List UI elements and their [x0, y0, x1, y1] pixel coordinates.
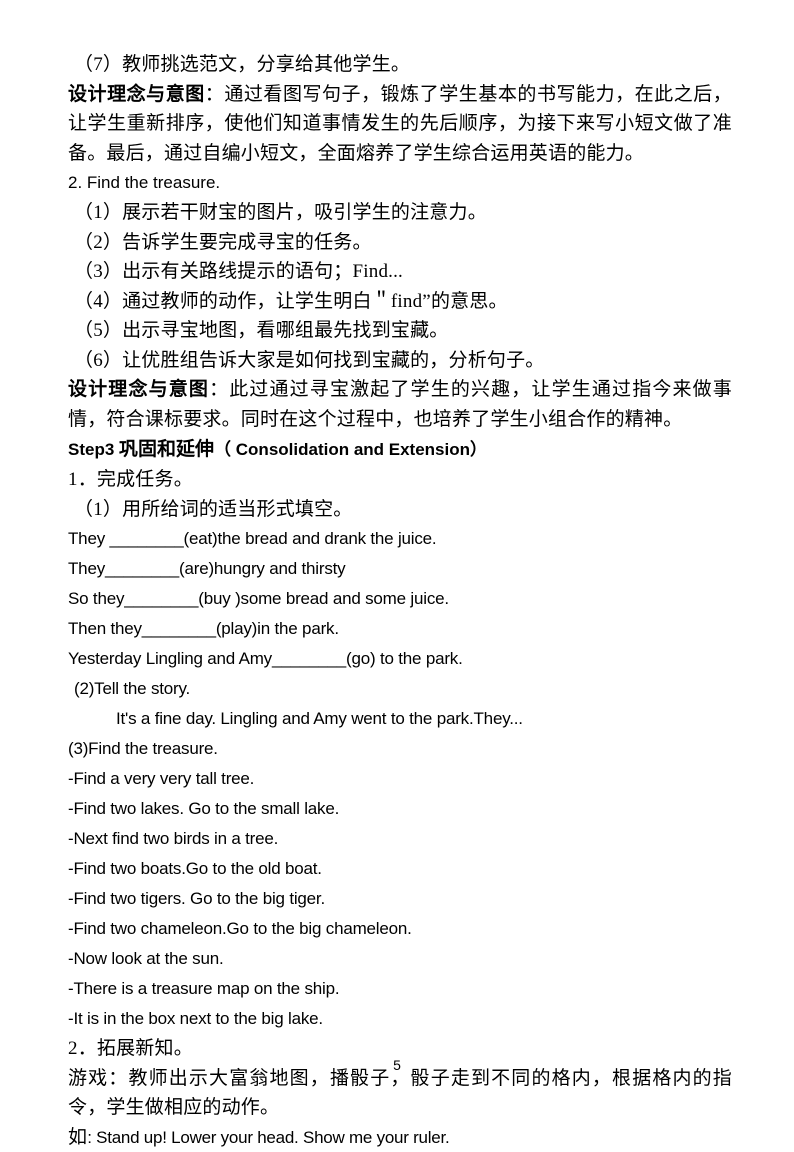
paragraph-item-1-1: （1）用所给词的适当形式填空。 — [68, 495, 732, 525]
paragraph-item-2-2: （2）告诉学生要完成寻宝的任务。 — [68, 228, 732, 258]
clue-item-4: -Find two boats.Go to the old boat. — [68, 854, 732, 884]
paragraph-item-2-4: （4）通过教师的动作，让学生明白＂find”的意思。 — [68, 287, 732, 317]
step3-prefix: Step3 — [68, 440, 119, 459]
exercise-fill-blank-5: Yesterday Lingling and Amy________(go) t… — [68, 644, 732, 674]
clue-item-8: -There is a treasure map on the ship. — [68, 974, 732, 1004]
step3-cjk: 巩固和延伸 — [119, 439, 214, 460]
paragraph-task-1-complete: 1．完成任务。 — [68, 465, 732, 495]
exercise-fill-blank-2: They________(are)hungry and thirsty — [68, 554, 732, 584]
clue-item-7: -Now look at the sun. — [68, 944, 732, 974]
clue-item-3: -Next find two birds in a tree. — [68, 824, 732, 854]
exercise-fill-blank-1: They ________(eat)the bread and drank th… — [68, 524, 732, 554]
clue-item-9: -It is in the box next to the big lake. — [68, 1004, 732, 1034]
game-example-cjk: 如 — [68, 1127, 87, 1148]
paragraph-item-1-3: (3)Find the treasure. — [68, 734, 732, 764]
paragraph-design-intent-2: 设计理念与意图：此过通过寻宝激起了学生的兴趣，让学生通过指今来做事情，符合课标要… — [68, 375, 732, 434]
paragraph-item-2-1: （1）展示若干财宝的图片，吸引学生的注意力。 — [68, 198, 732, 228]
clue-item-6: -Find two chameleon.Go to the big chamel… — [68, 914, 732, 944]
page-number-footer: 5 — [0, 1057, 794, 1073]
step3-suffix: （ Consolidation and Extension） — [214, 440, 487, 459]
paragraph-item-7: （7）教师挑选范文，分享给其他学生。 — [68, 50, 732, 80]
exercise-fill-blank-4: Then they________(play)in the park. — [68, 614, 732, 644]
paragraph-item-2-6: （6）让优胜组告诉大家是如何找到宝藏的，分析句子。 — [68, 346, 732, 376]
clue-item-1: -Find a very very tall tree. — [68, 764, 732, 794]
document-page: （7）教师挑选范文，分享给其他学生。 设计理念与意图：通过看图写句子，锻炼了学生… — [0, 0, 794, 1123]
design-intent-label-1: 设计理念与意图 — [68, 84, 205, 105]
paragraph-item-2-3: （3）出示有关路线提示的语句；Find... — [68, 257, 732, 287]
clue-item-5: -Find two tigers. Go to the big tiger. — [68, 884, 732, 914]
paragraph-item-2-5: （5）出示寻宝地图，看哪组最先找到宝藏。 — [68, 316, 732, 346]
heading-find-the-treasure: 2. Find the treasure. — [68, 168, 732, 198]
exercise-fill-blank-3: So they________(buy )some bread and some… — [68, 584, 732, 614]
paragraph-game-example: 如: Stand up! Lower your head. Show me yo… — [68, 1123, 732, 1152]
heading-step3: Step3 巩固和延伸（ Consolidation and Extension… — [68, 434, 732, 465]
paragraph-item-1-2: (2)Tell the story. — [68, 674, 732, 704]
design-intent-label-2: 设计理念与意图 — [68, 379, 209, 400]
page-number: 5 — [393, 1057, 401, 1073]
document-body: （7）教师挑选范文，分享给其他学生。 设计理念与意图：通过看图写句子，锻炼了学生… — [68, 50, 732, 1152]
game-example-latin: : Stand up! Lower your head. Show me you… — [87, 1128, 449, 1147]
clue-item-2: -Find two lakes. Go to the small lake. — [68, 794, 732, 824]
paragraph-design-intent-1: 设计理念与意图：通过看图写句子，锻炼了学生基本的书写能力，在此之后，让学生重新排… — [68, 80, 732, 169]
paragraph-story-sample: It's a fine day. Lingling and Amy went t… — [68, 704, 732, 734]
